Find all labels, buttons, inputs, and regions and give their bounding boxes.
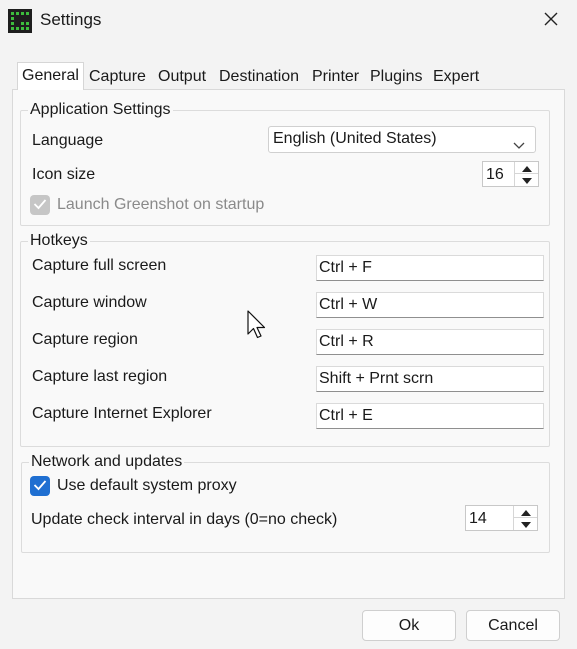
hotkey-field-window[interactable]: Ctrl + W — [316, 292, 544, 318]
update-interval-value: 14 — [469, 510, 487, 527]
mouse-pointer-icon — [247, 310, 267, 344]
icon-size-value: 16 — [486, 166, 504, 183]
update-interval-stepper[interactable]: 14 — [465, 505, 538, 531]
icon-size-label: Icon size — [32, 166, 96, 183]
use-system-proxy-checkbox[interactable] — [30, 476, 50, 496]
checkmark-icon — [33, 478, 47, 495]
tab-destination[interactable]: Destination — [215, 68, 303, 89]
hotkey-label-last-region: Capture last region — [32, 368, 168, 385]
close-icon — [543, 11, 559, 31]
update-interval-arrows — [513, 506, 537, 530]
tab-capture[interactable]: Capture — [85, 68, 150, 89]
hotkey-field-full-screen[interactable]: Ctrl + F — [316, 255, 544, 281]
tab-plugins[interactable]: Plugins — [366, 68, 426, 89]
hotkey-label-region: Capture region — [32, 331, 138, 348]
caret-down-icon — [521, 171, 532, 189]
hotkeys-group: Hotkeys Capture full screen Ctrl + F Cap… — [20, 232, 550, 447]
title-bar: Settings — [0, 0, 577, 42]
update-interval-decrement[interactable] — [514, 518, 537, 530]
checkmark-icon — [33, 197, 47, 214]
window-title: Settings — [40, 10, 102, 29]
icon-size-arrows — [514, 162, 538, 186]
update-interval-label: Update check interval in days (0=no chec… — [31, 511, 338, 528]
general-tab-panel: Application Settings Language English (U… — [12, 89, 565, 599]
tab-general[interactable]: General — [17, 62, 84, 90]
ok-button[interactable]: Ok — [362, 610, 456, 641]
application-settings-legend: Application Settings — [28, 101, 173, 119]
caret-down-icon — [520, 515, 531, 533]
application-settings-group: Application Settings Language English (U… — [20, 101, 550, 226]
tab-expert[interactable]: Expert — [429, 68, 483, 89]
hotkey-label-window: Capture window — [32, 294, 147, 311]
tab-output[interactable]: Output — [154, 68, 210, 89]
language-select[interactable]: English (United States) — [268, 126, 536, 153]
network-updates-group: Network and updates Use default system p… — [21, 453, 550, 553]
cancel-button[interactable]: Cancel — [466, 610, 560, 641]
network-updates-legend: Network and updates — [29, 453, 185, 471]
hotkeys-legend: Hotkeys — [28, 232, 90, 250]
greenshot-icon — [8, 9, 32, 33]
icon-size-decrement[interactable] — [515, 174, 538, 186]
launch-on-startup-checkbox[interactable] — [30, 195, 50, 215]
use-system-proxy-label: Use default system proxy — [57, 477, 237, 494]
hotkey-field-last-region[interactable]: Shift + Prnt scrn — [316, 366, 544, 392]
hotkey-field-internet-explorer[interactable]: Ctrl + E — [316, 403, 544, 429]
hotkey-label-internet-explorer: Capture Internet Explorer — [32, 405, 212, 422]
icon-size-stepper[interactable]: 16 — [482, 161, 539, 187]
tab-printer[interactable]: Printer — [308, 68, 363, 89]
launch-on-startup-label: Launch Greenshot on startup — [57, 196, 265, 213]
hotkey-field-region[interactable]: Ctrl + R — [316, 329, 544, 355]
language-value: English (United States) — [273, 130, 437, 147]
hotkey-label-full-screen: Capture full screen — [32, 257, 167, 274]
settings-window: Settings General Capture Output Destinat… — [0, 0, 577, 649]
language-label: Language — [32, 132, 104, 149]
chevron-down-icon — [513, 134, 525, 158]
close-button[interactable] — [532, 6, 570, 36]
